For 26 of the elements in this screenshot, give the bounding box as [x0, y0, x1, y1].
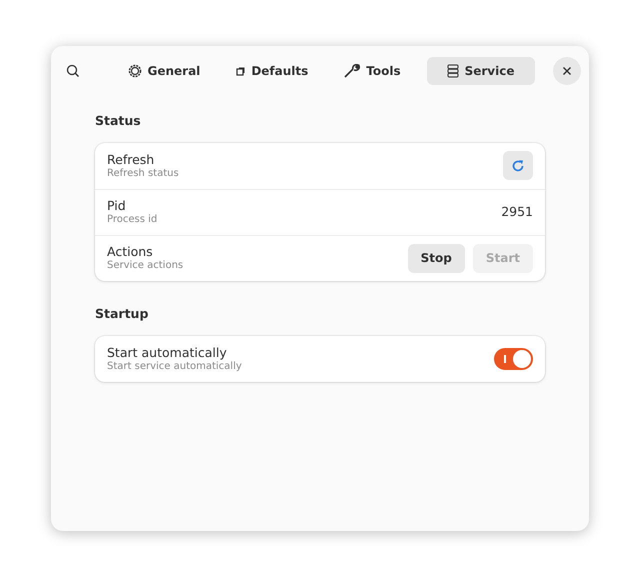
row-title: Pid [107, 198, 127, 214]
row-subtitle: Refresh status [107, 166, 180, 180]
wrench-icon [344, 64, 360, 78]
tab[interactable]: Tools [334, 57, 411, 85]
toggle-switch[interactable] [494, 348, 533, 370]
row-subtitle: Start service automatically [107, 360, 243, 372]
row-title: Actions [107, 244, 154, 260]
row-title: Refresh [107, 152, 156, 167]
square-icon [236, 66, 246, 76]
row-subtitle: Service actions [107, 259, 184, 272]
section-heading: Startup [95, 304, 150, 323]
tab[interactable]: Service [426, 57, 534, 85]
refresh-icon [511, 158, 525, 173]
tab[interactable]: Defaults [226, 57, 318, 85]
row-subtitle: Process id [107, 213, 158, 226]
value-text: 2951 [501, 202, 533, 221]
search-icon [66, 64, 80, 78]
server-icon [446, 64, 459, 78]
section-heading: Status [95, 112, 142, 130]
refresh-button[interactable] [503, 151, 533, 180]
close-icon [562, 66, 572, 76]
tab[interactable]: General [118, 57, 210, 85]
action-button[interactable]: Stop [408, 244, 465, 273]
gear-icon [128, 64, 142, 78]
close-button[interactable] [553, 57, 581, 85]
row-title: Start automatically [107, 344, 227, 360]
